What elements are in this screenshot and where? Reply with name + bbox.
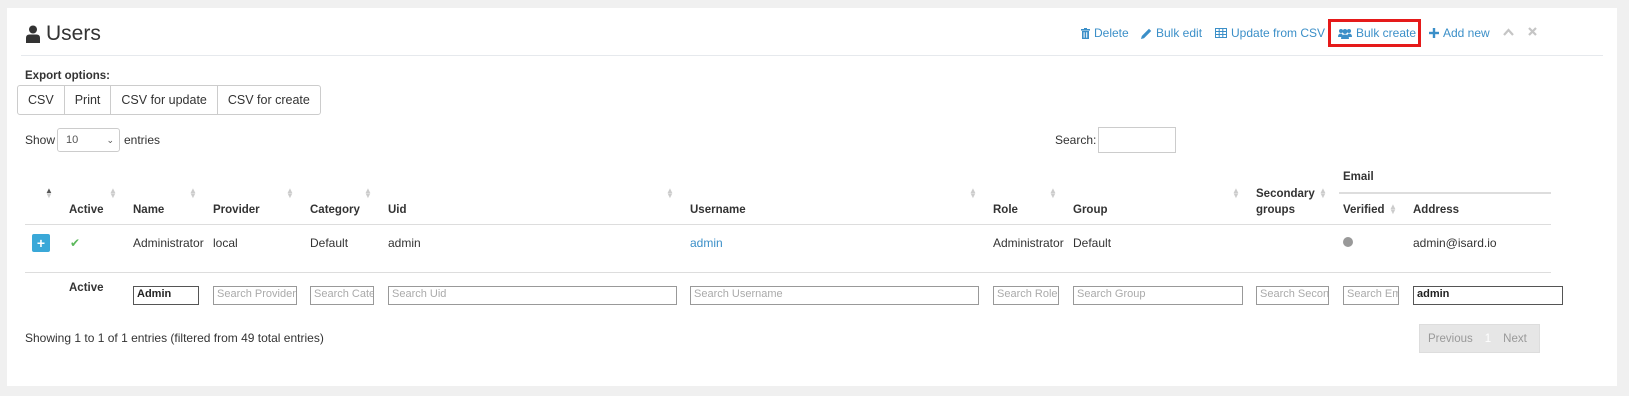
cell-name: Administrator <box>133 236 204 250</box>
footer-divider <box>25 272 1551 273</box>
users-icon <box>1338 28 1352 39</box>
sort-indicator-name[interactable]: ▲ ▼ <box>189 187 197 200</box>
collapse-chevron-icon[interactable] <box>1503 28 1514 36</box>
toolbar: Delete Bulk edit Update from CSV Bulk cr… <box>7 19 1617 47</box>
col-category-header[interactable]: Category <box>310 204 360 216</box>
col-provider-header[interactable]: Provider <box>213 204 260 216</box>
role-filter-input[interactable]: Search Role <box>993 286 1059 305</box>
export-options-label: Export options: <box>25 70 110 82</box>
page-number-button[interactable]: 1 <box>1481 333 1495 345</box>
title-divider <box>21 55 1603 56</box>
col-email-verified-header[interactable]: Verified <box>1343 204 1385 216</box>
users-panel: Users Delete Bulk edit Update from CSV B… <box>7 8 1617 386</box>
sort-indicator-category[interactable]: ▲ ▼ <box>364 187 372 200</box>
bulk-create-label: Bulk create <box>1356 26 1417 40</box>
group-filter-input[interactable]: Search Group <box>1073 286 1243 305</box>
plus-icon <box>1429 28 1439 38</box>
col-role-header[interactable]: Role <box>993 204 1018 216</box>
sort-indicator-expand[interactable]: ▲ ▼ <box>45 187 53 200</box>
cell-group: Default <box>1073 236 1112 250</box>
entries-per-page-value: 10 <box>66 134 79 146</box>
show-label: Show <box>25 133 56 147</box>
email-address-filter-input[interactable]: admin <box>1413 286 1563 305</box>
add-new-label: Add new <box>1443 26 1490 40</box>
bulk-edit-button[interactable]: Bulk edit <box>1141 22 1202 44</box>
col-active-header[interactable]: Active <box>69 204 104 216</box>
trash-icon <box>1081 27 1090 39</box>
cell-role: Administrator <box>993 236 1064 250</box>
delete-label: Delete <box>1094 26 1129 40</box>
col-email-address-header[interactable]: Address <box>1413 204 1459 216</box>
cell-username-link[interactable]: admin <box>690 236 723 250</box>
col-username-header[interactable]: Username <box>690 204 746 216</box>
previous-page-button[interactable]: Previous <box>1420 333 1481 345</box>
update-from-csv-label: Update from CSV <box>1231 26 1326 40</box>
sort-indicator-username[interactable]: ▲ ▼ <box>969 187 977 200</box>
close-icon[interactable] <box>1528 27 1537 36</box>
search-label: Search: <box>1055 133 1097 147</box>
pencil-icon <box>1141 28 1152 39</box>
footer-active-label: Active <box>69 282 104 294</box>
sort-indicator-provider[interactable]: ▲ ▼ <box>286 187 294 200</box>
table-info: Showing 1 to 1 of 1 entries (filtered fr… <box>25 331 324 345</box>
email-group-header: Email <box>1343 171 1374 183</box>
col-group-header[interactable]: Group <box>1073 204 1108 216</box>
sort-indicator-role[interactable]: ▲ ▼ <box>1049 187 1057 200</box>
delete-button[interactable]: Delete <box>1081 22 1129 44</box>
cell-category: Default <box>310 236 349 250</box>
expand-row-button[interactable]: + <box>32 234 50 252</box>
uid-filter-input[interactable]: Search Uid <box>388 286 677 305</box>
cell-uid: admin <box>388 236 421 250</box>
update-from-csv-button[interactable]: Update from CSV <box>1215 22 1325 44</box>
email-verified-filter-input[interactable]: Search Email verified <box>1343 286 1399 305</box>
search-input[interactable] <box>1098 127 1176 153</box>
provider-filter-input[interactable]: Search Provider <box>213 286 297 305</box>
header-divider <box>25 224 1551 225</box>
col-secondary-groups-header-line1[interactable]: Secondary <box>1256 188 1315 200</box>
sort-indicator-active[interactable]: ▲ ▼ <box>109 187 117 200</box>
bulk-edit-label: Bulk edit <box>1156 26 1203 40</box>
category-filter-input[interactable]: Search Category <box>310 286 374 305</box>
secondary-groups-filter-input[interactable]: Search Secondary groups <box>1256 286 1329 305</box>
table-icon <box>1215 28 1227 38</box>
cell-email-address: admin@isard.io <box>1413 236 1497 250</box>
bulk-create-button[interactable]: Bulk create <box>1338 22 1416 44</box>
add-new-button[interactable]: Add new <box>1429 22 1490 44</box>
sort-indicator-email-verified[interactable]: ▲ ▼ <box>1389 203 1397 216</box>
pagination: Previous 1 Next <box>1419 324 1540 353</box>
col-uid-header[interactable]: Uid <box>388 204 407 216</box>
name-filter-input[interactable]: Admin <box>133 286 199 305</box>
export-csv-create-button[interactable]: CSV for create <box>216 85 321 115</box>
username-filter-input[interactable]: Search Username <box>690 286 979 305</box>
chevron-down-icon: ⌄ <box>106 135 114 145</box>
email-unverified-dot <box>1343 237 1353 247</box>
sort-indicator-group[interactable]: ▲ ▼ <box>1232 187 1240 200</box>
cell-provider: local <box>213 236 238 250</box>
export-csv-update-button[interactable]: CSV for update <box>110 85 218 115</box>
next-page-button[interactable]: Next <box>1495 333 1535 345</box>
email-group-rule <box>1339 192 1551 194</box>
col-secondary-groups-header-line2[interactable]: groups <box>1256 204 1295 216</box>
col-name-header[interactable]: Name <box>133 204 164 216</box>
export-print-button[interactable]: Print <box>63 85 112 115</box>
export-csv-button[interactable]: CSV <box>17 85 65 115</box>
entries-label: entries <box>124 133 161 147</box>
sort-indicator-uid[interactable]: ▲ ▼ <box>666 187 674 200</box>
sort-indicator-secondary-groups[interactable]: ▲ ▼ <box>1319 187 1327 200</box>
entries-per-page-select[interactable]: 10 ⌄ <box>57 128 120 152</box>
active-check-icon: ✔ <box>70 236 81 250</box>
export-button-group: CSV Print CSV for update CSV for create <box>17 85 321 115</box>
